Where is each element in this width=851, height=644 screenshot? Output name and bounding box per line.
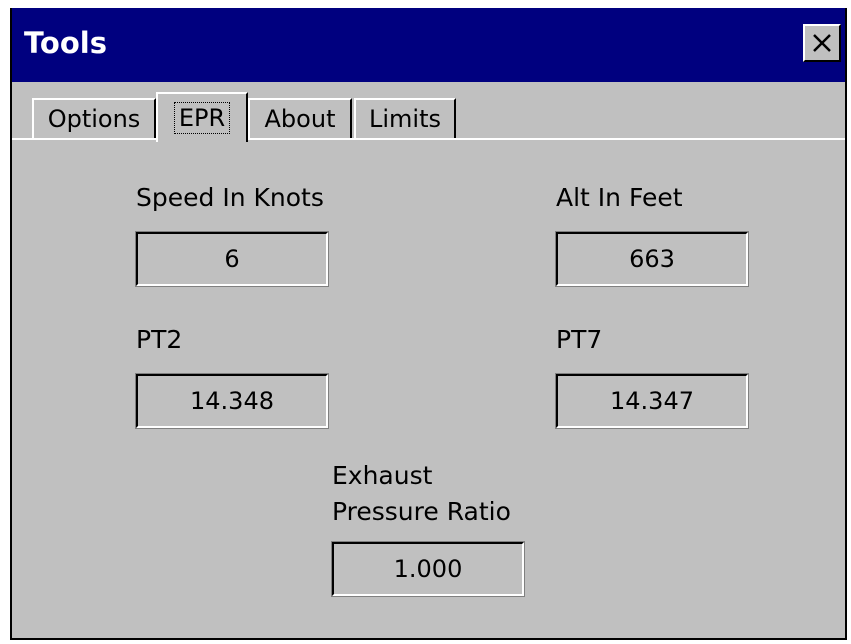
- pt7-value: 14.347: [610, 387, 694, 415]
- tab-epr[interactable]: EPR: [156, 92, 248, 142]
- tab-limits[interactable]: Limits: [354, 98, 456, 138]
- tab-about-label: About: [264, 105, 336, 133]
- close-button[interactable]: [803, 24, 841, 62]
- alt-field: 663: [555, 231, 749, 287]
- epr-label-line2: Pressure Ratio: [332, 497, 511, 526]
- pt2-value: 14.348: [190, 387, 274, 415]
- epr-label-line1: Exhaust: [332, 461, 433, 490]
- speed-field: 6: [135, 231, 329, 287]
- tab-about[interactable]: About: [248, 98, 352, 138]
- speed-value: 6: [224, 245, 240, 273]
- pt7-field: 14.347: [555, 373, 749, 429]
- pt7-label: PT7: [556, 325, 603, 354]
- close-icon: [811, 32, 833, 54]
- speed-label: Speed In Knots: [136, 183, 324, 212]
- epr-field: 1.000: [331, 541, 525, 597]
- tab-options[interactable]: Options: [32, 98, 156, 138]
- alt-value: 663: [629, 245, 675, 273]
- window-title: Tools: [24, 26, 107, 60]
- tab-limits-label: Limits: [369, 105, 441, 133]
- tab-epr-label: EPR: [173, 102, 231, 134]
- pt2-label: PT2: [136, 325, 183, 354]
- epr-value: 1.000: [393, 555, 463, 583]
- title-bar[interactable]: Tools: [12, 8, 845, 82]
- tab-options-label: Options: [47, 105, 141, 133]
- pt2-field: 14.348: [135, 373, 329, 429]
- alt-label: Alt In Feet: [556, 183, 683, 212]
- tab-strip: Options EPR About Limits: [12, 82, 845, 146]
- epr-panel: Speed In Knots 6 Alt In Feet 663 PT2 14.…: [12, 138, 845, 638]
- tools-window: Tools Options EPR About Limits Speed In …: [10, 8, 847, 640]
